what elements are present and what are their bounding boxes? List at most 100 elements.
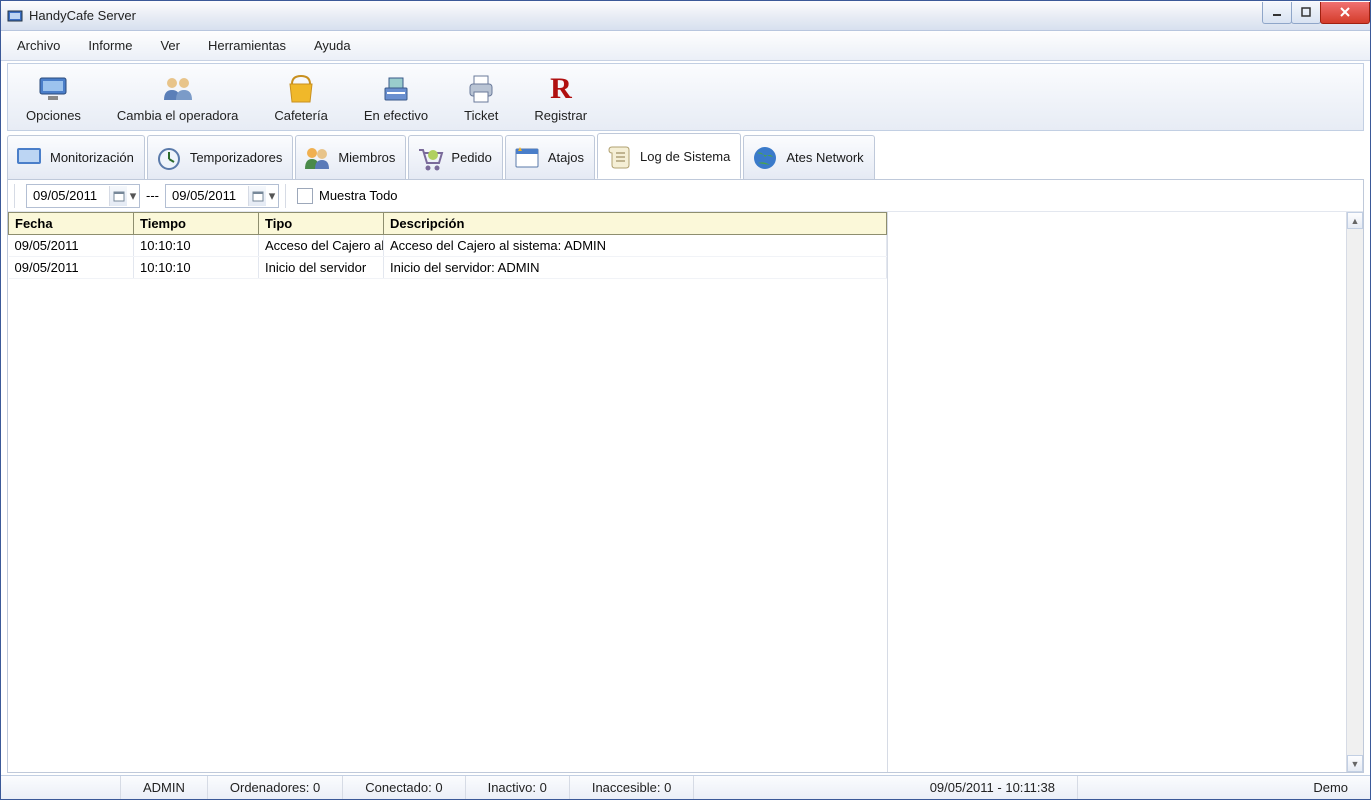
- status-user: ADMIN: [121, 776, 208, 799]
- screen-icon: [14, 143, 44, 173]
- toolbar-cafeteria[interactable]: Cafetería: [256, 66, 345, 128]
- svg-text:R: R: [550, 72, 572, 105]
- scroll-up-icon[interactable]: ▲: [1347, 212, 1363, 229]
- table-header-row: Fecha Tiempo Tipo Descripción: [9, 213, 887, 235]
- vertical-scrollbar[interactable]: ▲ ▼: [1346, 212, 1363, 772]
- col-tiempo[interactable]: Tiempo: [134, 213, 259, 235]
- tab-label: Atajos: [548, 150, 584, 165]
- window-title: HandyCafe Server: [29, 8, 1263, 23]
- tab-label: Miembros: [338, 150, 395, 165]
- chevron-down-icon[interactable]: ▾: [127, 186, 139, 206]
- calendar-icon[interactable]: [248, 186, 266, 206]
- cell-tiempo: 10:10:10: [134, 257, 259, 279]
- scroll-space: ▲ ▼: [888, 212, 1363, 772]
- toolbar-label: Cambia el operadora: [117, 108, 238, 123]
- cell-fecha: 09/05/2011: [9, 257, 134, 279]
- app-icon: [7, 8, 23, 24]
- status-datetime: 09/05/2011 - 10:11:38: [908, 776, 1078, 799]
- tabbar: Monitorización Temporizadores Miembros P…: [1, 131, 1370, 179]
- grip[interactable]: [14, 184, 20, 208]
- tab-ates-network[interactable]: Ates Network: [743, 135, 874, 179]
- status-blank: [1, 776, 121, 799]
- tab-pedido[interactable]: Pedido: [408, 135, 502, 179]
- monitor-icon: [36, 72, 70, 106]
- col-tipo[interactable]: Tipo: [259, 213, 384, 235]
- cell-desc: Inicio del servidor: ADMIN: [384, 257, 887, 279]
- titlebar[interactable]: HandyCafe Server: [1, 1, 1370, 31]
- calendar-icon[interactable]: [109, 186, 127, 206]
- tab-label: Ates Network: [786, 150, 863, 165]
- toolbar-cambia-operadora[interactable]: Cambia el operadora: [99, 66, 256, 128]
- table-row[interactable]: 09/05/2011 10:10:10 Inicio del servidor …: [9, 257, 887, 279]
- toolbar-opciones[interactable]: Opciones: [8, 66, 99, 128]
- members-icon: [302, 143, 332, 173]
- tab-label: Temporizadores: [190, 150, 283, 165]
- content-area: ▾ --- ▾ Muestra Todo Fecha Tiempo: [7, 179, 1364, 773]
- cell-tipo: Inicio del servidor: [259, 257, 384, 279]
- table-row[interactable]: 09/05/2011 10:10:10 Acceso del Cajero al…: [9, 235, 887, 257]
- date-separator: ---: [146, 188, 159, 203]
- toolbar-label: Ticket: [464, 108, 498, 123]
- toolbar-label: En efectivo: [364, 108, 428, 123]
- toolbar-label: Registrar: [534, 108, 587, 123]
- show-all-checkbox[interactable]: [297, 188, 313, 204]
- clock-icon: [154, 143, 184, 173]
- window-controls: [1263, 2, 1370, 24]
- status-mode: Demo: [1291, 776, 1370, 799]
- close-button[interactable]: [1320, 2, 1370, 24]
- menu-informe[interactable]: Informe: [82, 35, 138, 56]
- cell-tiempo: 10:10:10: [134, 235, 259, 257]
- table-wrap: Fecha Tiempo Tipo Descripción 09/05/2011…: [8, 212, 1363, 772]
- toolbar-registrar[interactable]: R Registrar: [516, 66, 605, 128]
- maximize-button[interactable]: [1291, 2, 1321, 24]
- tab-temporizadores[interactable]: Temporizadores: [147, 135, 294, 179]
- printer-icon: [464, 72, 498, 106]
- date-to-picker[interactable]: ▾: [165, 184, 279, 208]
- chevron-down-icon[interactable]: ▾: [266, 186, 278, 206]
- menu-ver[interactable]: Ver: [154, 35, 186, 56]
- date-to-input[interactable]: [166, 186, 248, 205]
- tab-label: Pedido: [451, 150, 491, 165]
- log-table-container[interactable]: Fecha Tiempo Tipo Descripción 09/05/2011…: [8, 212, 888, 772]
- tab-monitorizacion[interactable]: Monitorización: [7, 135, 145, 179]
- window-star-icon: [512, 143, 542, 173]
- main-toolbar: Opciones Cambia el operadora Cafetería E…: [7, 63, 1364, 131]
- menu-ayuda[interactable]: Ayuda: [308, 35, 357, 56]
- tab-miembros[interactable]: Miembros: [295, 135, 406, 179]
- app-window: HandyCafe Server Archivo Informe Ver Her…: [0, 0, 1371, 800]
- date-from-picker[interactable]: ▾: [26, 184, 140, 208]
- scroll-icon: [604, 141, 634, 171]
- minimize-button[interactable]: [1262, 2, 1292, 24]
- show-all-label: Muestra Todo: [319, 188, 398, 203]
- statusbar: ADMIN Ordenadores: 0 Conectado: 0 Inacti…: [1, 775, 1370, 799]
- cash-register-icon: [379, 72, 413, 106]
- log-table: Fecha Tiempo Tipo Descripción 09/05/2011…: [8, 212, 887, 279]
- status-inactivo: Inactivo: 0: [466, 776, 570, 799]
- people-icon: [161, 72, 195, 106]
- toolbar-ticket[interactable]: Ticket: [446, 66, 516, 128]
- tab-label: Log de Sistema: [640, 149, 730, 164]
- menu-herramientas[interactable]: Herramientas: [202, 35, 292, 56]
- cart-icon: [415, 143, 445, 173]
- toolbar-label: Cafetería: [274, 108, 327, 123]
- toolbar-label: Opciones: [26, 108, 81, 123]
- col-descripcion[interactable]: Descripción: [384, 213, 887, 235]
- menu-archivo[interactable]: Archivo: [11, 35, 66, 56]
- bag-icon: [284, 72, 318, 106]
- tab-log-sistema[interactable]: Log de Sistema: [597, 133, 741, 179]
- filter-bar: ▾ --- ▾ Muestra Todo: [8, 180, 1363, 212]
- scroll-down-icon[interactable]: ▼: [1347, 755, 1363, 772]
- date-from-input[interactable]: [27, 186, 109, 205]
- grip[interactable]: [285, 184, 291, 208]
- tab-label: Monitorización: [50, 150, 134, 165]
- toolbar-efectivo[interactable]: En efectivo: [346, 66, 446, 128]
- cell-tipo: Acceso del Cajero al: [259, 235, 384, 257]
- status-ordenadores: Ordenadores: 0: [208, 776, 343, 799]
- register-r-icon: R: [544, 72, 578, 106]
- status-inaccesible: Inaccesible: 0: [570, 776, 695, 799]
- tab-atajos[interactable]: Atajos: [505, 135, 595, 179]
- col-fecha[interactable]: Fecha: [9, 213, 134, 235]
- cell-desc: Acceso del Cajero al sistema: ADMIN: [384, 235, 887, 257]
- scroll-track[interactable]: [1347, 229, 1363, 755]
- menubar: Archivo Informe Ver Herramientas Ayuda: [1, 31, 1370, 61]
